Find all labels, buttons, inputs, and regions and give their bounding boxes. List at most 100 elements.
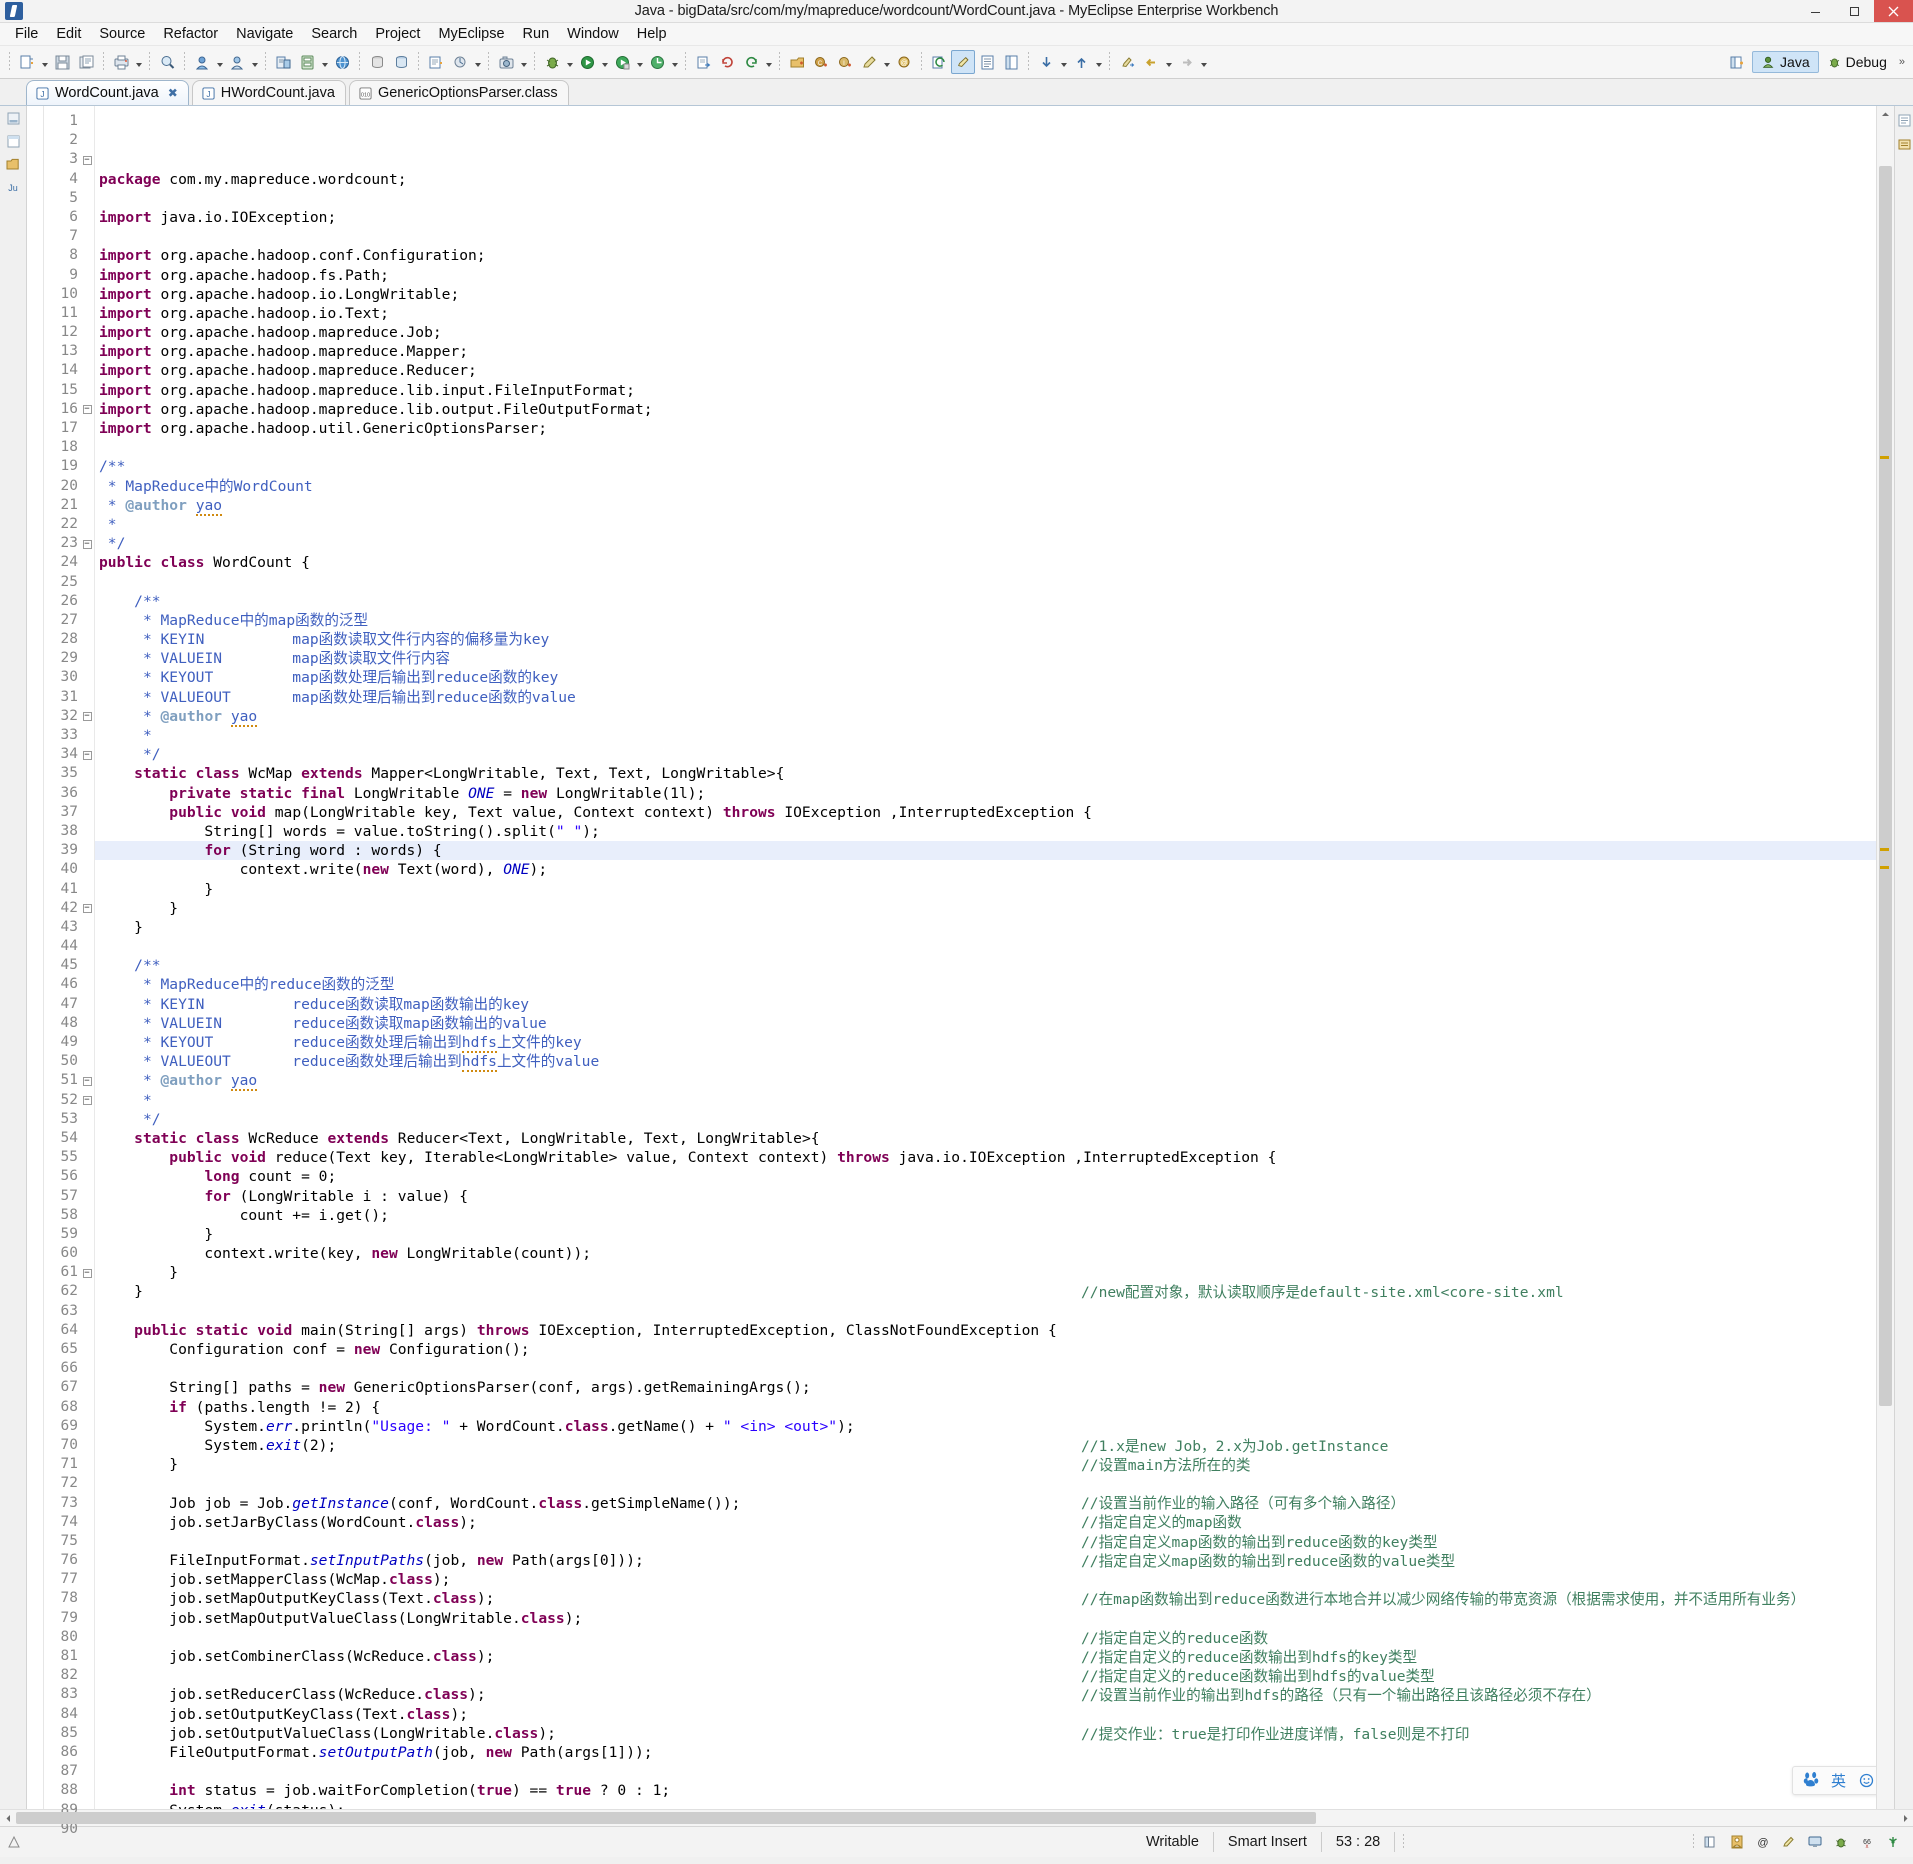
menu-window[interactable]: Window bbox=[558, 24, 628, 44]
code-line[interactable]: /** bbox=[95, 457, 1876, 476]
open-type-icon[interactable] bbox=[190, 50, 214, 74]
run-external-dropdown-icon[interactable] bbox=[634, 50, 645, 74]
tab-wordcount-java[interactable]: J WordCount.java ✖ bbox=[26, 80, 189, 105]
code-line[interactable]: * MapReduce中的WordCount bbox=[95, 477, 1876, 496]
code-line[interactable]: * KEYIN reduce函数读取map函数输出的key bbox=[95, 995, 1876, 1014]
code-line[interactable]: import java.io.IOException; bbox=[95, 208, 1876, 227]
toggle-block-selection-icon[interactable] bbox=[999, 50, 1023, 74]
code-line[interactable]: import org.apache.hadoop.mapreduce.Job; bbox=[95, 323, 1876, 342]
fold-toggle-icon[interactable]: − bbox=[80, 534, 94, 553]
menu-help[interactable]: Help bbox=[628, 24, 676, 44]
source-code-text[interactable]: package com.my.mapreduce.wordcount; impo… bbox=[95, 106, 1876, 1809]
menu-run[interactable]: Run bbox=[514, 24, 559, 44]
fold-toggle-icon[interactable]: − bbox=[80, 707, 94, 726]
menu-search[interactable]: Search bbox=[302, 24, 366, 44]
minimize-button[interactable] bbox=[1796, 0, 1835, 22]
code-line[interactable]: * VALUEOUT reduce函数处理后输出到hdfs上文件的value bbox=[95, 1052, 1876, 1073]
code-line[interactable]: /** bbox=[95, 956, 1876, 975]
save-all-icon[interactable] bbox=[74, 50, 98, 74]
print-icon[interactable] bbox=[109, 50, 133, 74]
print-dropdown-icon[interactable] bbox=[133, 50, 144, 74]
folding-ruler[interactable]: − − − − − − − − − bbox=[80, 106, 95, 1809]
status-launch-icon[interactable] bbox=[0, 1835, 28, 1849]
menu-source[interactable]: Source bbox=[90, 24, 154, 44]
scroll-up-icon[interactable] bbox=[1877, 106, 1894, 123]
code-line[interactable]: */ bbox=[95, 1110, 1876, 1129]
previous-annotation-icon[interactable] bbox=[1069, 50, 1093, 74]
tab-hwordcount-java[interactable]: J HWordCount.java bbox=[191, 80, 346, 105]
marker-bar[interactable] bbox=[27, 106, 44, 1809]
toggle-markup-icon[interactable] bbox=[951, 50, 975, 74]
code-line[interactable]: } bbox=[95, 1225, 1876, 1244]
console-tray-icon[interactable] bbox=[1806, 1834, 1823, 1851]
perspective-overflow-icon[interactable]: » bbox=[1899, 56, 1905, 68]
scroll-right-icon[interactable] bbox=[1897, 1810, 1913, 1826]
code-line[interactable]: * @author yao bbox=[95, 496, 1876, 516]
new-package-icon[interactable] bbox=[785, 50, 809, 74]
team-dropdown-icon[interactable] bbox=[763, 50, 774, 74]
code-line[interactable]: * KEYOUT reduce函数处理后输出到hdfs上文件的key bbox=[95, 1033, 1876, 1054]
profile-dropdown-icon[interactable] bbox=[669, 50, 680, 74]
fold-toggle-icon[interactable]: − bbox=[80, 745, 94, 764]
fold-toggle-icon[interactable]: − bbox=[80, 1071, 94, 1090]
code-line[interactable]: * VALUEIN map函数读取文件行内容 bbox=[95, 649, 1876, 668]
code-line[interactable] bbox=[95, 937, 1876, 956]
editor-horizontal-scrollbar[interactable] bbox=[0, 1809, 1913, 1826]
code-line[interactable] bbox=[95, 189, 1876, 208]
code-line[interactable]: import org.apache.hadoop.io.Text; bbox=[95, 304, 1876, 323]
fold-toggle-icon[interactable]: − bbox=[80, 1091, 94, 1110]
debug-dropdown-icon[interactable] bbox=[564, 50, 575, 74]
build-dropdown-icon[interactable] bbox=[472, 50, 483, 74]
scroll-left-icon[interactable] bbox=[0, 1810, 16, 1826]
show-outline-icon[interactable] bbox=[975, 50, 999, 74]
open-type-dropdown-icon[interactable] bbox=[214, 50, 225, 74]
scrollbar-thumb[interactable] bbox=[1879, 166, 1892, 1406]
search-icon[interactable] bbox=[155, 50, 179, 74]
code-line[interactable]: int status = job.waitForCompletion(true)… bbox=[95, 1781, 1876, 1800]
db-browser-icon[interactable] bbox=[389, 50, 413, 74]
menu-edit[interactable]: Edit bbox=[47, 24, 90, 44]
build-icon[interactable] bbox=[448, 50, 472, 74]
menu-refactor[interactable]: Refactor bbox=[154, 24, 227, 44]
server-icon[interactable] bbox=[295, 50, 319, 74]
previous-annotation-dropdown-icon[interactable] bbox=[1093, 50, 1104, 74]
code-line[interactable]: public void map(LongWritable key, Text v… bbox=[95, 803, 1876, 822]
code-line[interactable] bbox=[95, 438, 1876, 457]
code-line[interactable]: FileOutputFormat.setOutputPath(job, new … bbox=[95, 1743, 1876, 1762]
code-line[interactable]: import org.apache.hadoop.mapreduce.lib.o… bbox=[95, 400, 1876, 419]
fold-toggle-icon[interactable]: − bbox=[80, 1263, 94, 1282]
code-line[interactable]: import org.apache.hadoop.mapreduce.Mappe… bbox=[95, 342, 1876, 361]
back-dropdown-icon[interactable] bbox=[1163, 50, 1174, 74]
package-explorer-icon[interactable] bbox=[5, 156, 21, 172]
profile-icon[interactable] bbox=[645, 50, 669, 74]
code-line[interactable]: } bbox=[95, 918, 1876, 937]
code-line[interactable]: package com.my.mapreduce.wordcount; bbox=[95, 170, 1876, 189]
sync-tray-icon[interactable] bbox=[1884, 1834, 1901, 1851]
at-tray-icon[interactable]: @ bbox=[1754, 1834, 1771, 1851]
code-line[interactable]: /** bbox=[95, 592, 1876, 611]
edit-icon[interactable] bbox=[857, 50, 881, 74]
code-line[interactable]: } bbox=[95, 899, 1876, 918]
new-elem-dropdown-icon[interactable] bbox=[881, 50, 892, 74]
code-line[interactable]: context.write(new Text(word), ONE); bbox=[95, 860, 1876, 879]
hscroll-track[interactable] bbox=[16, 1810, 1897, 1826]
snapshot-dropdown-icon[interactable] bbox=[518, 50, 529, 74]
tab-genericoptionsparser-class[interactable]: 010 GenericOptionsParser.class bbox=[348, 80, 569, 105]
code-line[interactable]: public class WordCount { bbox=[95, 553, 1876, 572]
code-line[interactable] bbox=[95, 1762, 1876, 1781]
minimize-view-icon[interactable] bbox=[5, 110, 21, 126]
spell-tray-icon[interactable]: 66 x bbox=[1858, 1834, 1875, 1851]
code-line[interactable] bbox=[95, 227, 1876, 246]
code-line[interactable]: for (LongWritable i : value) { bbox=[95, 1187, 1876, 1206]
code-line[interactable]: * @author yao bbox=[95, 1071, 1876, 1092]
code-line[interactable]: import org.apache.hadoop.conf.Configurat… bbox=[95, 246, 1876, 265]
next-annotation-dropdown-icon[interactable] bbox=[1058, 50, 1069, 74]
perspective-java[interactable]: Java bbox=[1752, 51, 1819, 73]
code-line[interactable]: * KEYOUT map函数处理后输出到reduce函数的key bbox=[95, 668, 1876, 687]
code-line[interactable]: */ bbox=[95, 745, 1876, 764]
code-line[interactable]: * bbox=[95, 726, 1876, 745]
code-line[interactable]: * MapReduce中的map函数的泛型 bbox=[95, 611, 1876, 630]
debug-tray-icon[interactable] bbox=[1832, 1834, 1849, 1851]
new-interface-icon[interactable]: I bbox=[833, 50, 857, 74]
open-resource-dropdown-icon[interactable] bbox=[249, 50, 260, 74]
